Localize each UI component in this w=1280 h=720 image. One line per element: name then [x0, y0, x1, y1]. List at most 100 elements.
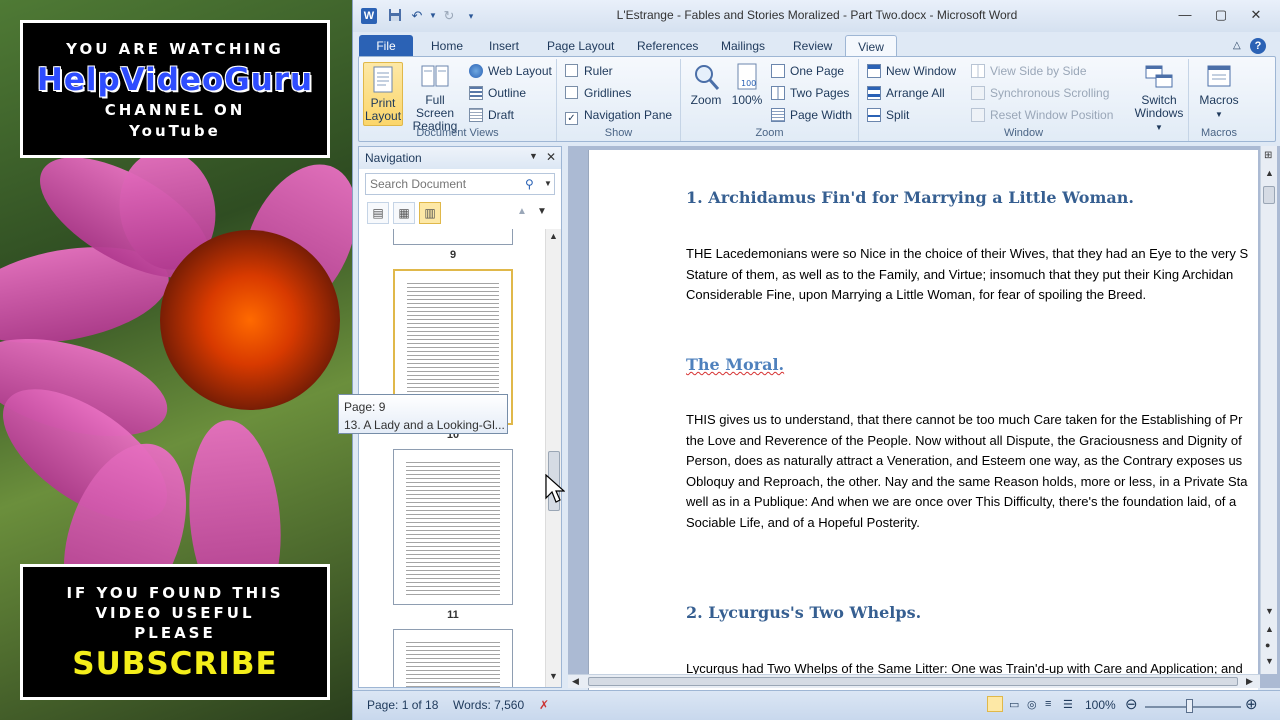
- scroll-thumb[interactable]: [1263, 186, 1275, 204]
- navigation-scrollbar[interactable]: ▲ ▼: [545, 229, 561, 687]
- group-macros: Macros ▼ Macros: [1189, 59, 1249, 141]
- outline-button[interactable]: Outline: [469, 84, 526, 102]
- select-browse-object-icon[interactable]: ●: [1265, 640, 1270, 650]
- macros-button[interactable]: Macros ▼: [1193, 62, 1245, 121]
- print-layout-view-icon[interactable]: [987, 696, 1003, 712]
- next-result-icon[interactable]: ▼: [537, 206, 547, 217]
- previous-page-icon[interactable]: ▲: [1265, 624, 1274, 634]
- search-dropdown-icon[interactable]: ▼: [544, 179, 552, 188]
- promo-line: CHANNEL ON: [104, 101, 246, 119]
- title-bar: W ↶ ▼ ↻ ▾ L'Estrange - Fables and Storie…: [353, 0, 1280, 32]
- document-page[interactable]: 1. Archidamus Fin'd for Marrying a Littl…: [588, 150, 1258, 690]
- proofing-icon[interactable]: ✗: [539, 698, 549, 712]
- scroll-right-icon[interactable]: ▶: [1246, 676, 1253, 687]
- view-side-by-side-button[interactable]: View Side by Side: [971, 62, 1087, 80]
- zoom-out-icon[interactable]: ⊖: [1125, 695, 1138, 713]
- close-pane-icon[interactable]: ✕: [546, 150, 556, 164]
- web-layout-view-icon[interactable]: ◎: [1027, 698, 1037, 711]
- reset-window-position-button[interactable]: Reset Window Position: [971, 106, 1113, 124]
- scroll-down-icon[interactable]: ▼: [1265, 606, 1274, 616]
- minimize-icon[interactable]: —: [1173, 6, 1197, 24]
- print-layout-label: Print Layout: [365, 96, 402, 123]
- tab-references[interactable]: References: [629, 35, 706, 57]
- arrange-all-button[interactable]: Arrange All: [867, 84, 945, 102]
- gridlines-checkbox[interactable]: Gridlines: [565, 84, 631, 102]
- tab-file[interactable]: File: [359, 35, 413, 57]
- search-icon[interactable]: ⚲: [525, 177, 534, 191]
- word-count[interactable]: Words: 7,560: [453, 698, 524, 712]
- one-page-button[interactable]: One Page: [771, 62, 844, 80]
- promo-line: YouTube: [129, 122, 221, 140]
- side-by-side-icon: [971, 64, 985, 78]
- outline-label: Outline: [488, 86, 527, 100]
- tab-page-layout[interactable]: Page Layout: [539, 35, 622, 57]
- scroll-down-icon[interactable]: ▼: [549, 671, 558, 681]
- page-width-icon: [771, 108, 785, 122]
- split-button[interactable]: Split: [867, 106, 909, 124]
- one-page-icon: [771, 64, 785, 78]
- synchronous-scrolling-button[interactable]: Synchronous Scrolling: [971, 84, 1109, 102]
- zoom-slider-thumb[interactable]: [1186, 699, 1193, 713]
- tab-review[interactable]: Review: [785, 35, 840, 57]
- scroll-thumb[interactable]: [588, 677, 1238, 686]
- tab-home[interactable]: Home: [423, 35, 471, 57]
- new-window-button[interactable]: New Window: [867, 62, 956, 80]
- macros-icon: [1207, 65, 1231, 87]
- help-icon[interactable]: ?: [1250, 38, 1266, 54]
- split-label: Split: [886, 108, 910, 122]
- zoom-slider-track[interactable]: [1145, 706, 1241, 708]
- page-thumbnail[interactable]: [393, 629, 513, 687]
- gridlines-check-icon: [565, 86, 578, 99]
- pane-options-icon[interactable]: ▼: [529, 151, 538, 161]
- macros-dropdown-icon: ▼: [1215, 110, 1223, 119]
- macros-label: Macros: [1199, 93, 1239, 107]
- full-screen-reading-button[interactable]: Full Screen Reading: [405, 62, 465, 133]
- ruler-checkbox[interactable]: Ruler: [565, 62, 613, 80]
- full-screen-view-icon[interactable]: ▭: [1009, 698, 1019, 711]
- page-width-button[interactable]: Page Width: [771, 106, 852, 124]
- one-page-label: One Page: [790, 64, 845, 78]
- next-page-icon[interactable]: ▼: [1265, 656, 1274, 666]
- print-layout-button[interactable]: Print Layout: [363, 62, 403, 126]
- arrange-all-icon: [867, 86, 881, 100]
- body-paragraph: THIS gives us to understand, that there …: [686, 412, 1248, 530]
- draft-button[interactable]: Draft: [469, 106, 514, 124]
- browse-pages-tab[interactable]: ▦: [393, 202, 415, 224]
- view-ruler-icon[interactable]: ⊞: [1264, 150, 1272, 161]
- tab-view[interactable]: View: [845, 35, 897, 57]
- outline-view-icon[interactable]: ≡: [1045, 698, 1051, 710]
- ruler-check-icon: [565, 64, 578, 77]
- two-pages-button[interactable]: Two Pages: [771, 84, 849, 102]
- previous-result-icon[interactable]: ▲: [517, 206, 527, 217]
- browse-headings-tab[interactable]: ▤: [367, 202, 389, 224]
- zoom-100-button[interactable]: 100 100%: [729, 62, 765, 107]
- view-side-by-side-label: View Side by Side: [990, 64, 1087, 78]
- sync-scroll-icon: [971, 86, 985, 100]
- scroll-left-icon[interactable]: ◀: [572, 676, 579, 687]
- word-window: W ↶ ▼ ↻ ▾ L'Estrange - Fables and Storie…: [352, 0, 1280, 720]
- page-thumbnail[interactable]: [393, 449, 513, 605]
- browse-results-tab[interactable]: ▥: [419, 202, 441, 224]
- draft-view-icon[interactable]: ☰: [1063, 698, 1073, 711]
- page-thumbnail[interactable]: [393, 229, 513, 245]
- tab-mailings[interactable]: Mailings: [713, 35, 773, 57]
- tab-insert[interactable]: Insert: [481, 35, 527, 57]
- document-horizontal-scrollbar[interactable]: ◀ ▶: [568, 674, 1260, 688]
- zoom-button[interactable]: Zoom: [687, 62, 725, 107]
- web-layout-button[interactable]: Web Layout: [469, 62, 552, 80]
- reset-position-icon: [971, 108, 985, 122]
- zoom-in-icon[interactable]: ⊕: [1245, 695, 1258, 713]
- page-count[interactable]: Page: 1 of 18: [367, 698, 438, 712]
- navigation-pane-label: Navigation Pane: [584, 108, 673, 122]
- zoom-100-label: 100%: [731, 93, 763, 107]
- switch-windows-button[interactable]: Switch Windows ▼: [1131, 62, 1187, 134]
- minimize-ribbon-icon[interactable]: △: [1225, 35, 1249, 57]
- tooltip-heading: 13. A Lady and a Looking-Gl...: [344, 418, 505, 432]
- scroll-up-icon[interactable]: ▲: [549, 231, 558, 241]
- close-icon[interactable]: ✕: [1244, 6, 1268, 24]
- zoom-level[interactable]: 100%: [1085, 698, 1116, 712]
- scroll-up-icon[interactable]: ▲: [1265, 168, 1274, 178]
- navigation-pane-checkbox[interactable]: ✓ Navigation Pane: [565, 106, 673, 125]
- maximize-icon[interactable]: ▢: [1209, 6, 1233, 24]
- document-vertical-scrollbar[interactable]: ⊞ ▲ ▼ ▲ ● ▼: [1260, 146, 1277, 674]
